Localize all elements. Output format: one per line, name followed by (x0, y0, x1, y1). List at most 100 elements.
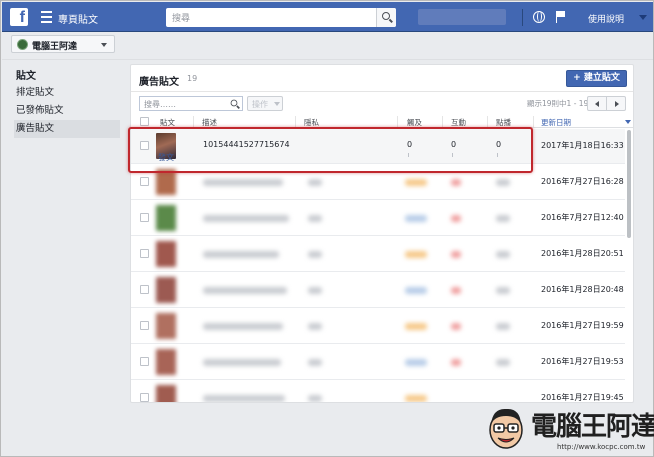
chevron-right-icon (615, 101, 619, 107)
row-checkbox[interactable] (140, 357, 149, 366)
profile-link-blurred[interactable] (418, 9, 506, 25)
column-separator (442, 116, 443, 127)
blurred-engagement (451, 179, 461, 186)
post-thumbnail[interactable] (156, 241, 176, 267)
blurred-privacy (308, 215, 322, 222)
page-selector-dropdown[interactable]: 電腦王阿達 (11, 35, 115, 53)
watermark-url: http://www.kocpc.com.tw (557, 443, 646, 451)
globe-notifications-icon[interactable] (533, 11, 545, 23)
column-header-updated[interactable]: 更新日期 (541, 117, 571, 128)
actions-dropdown[interactable]: 操作 (247, 96, 283, 111)
chevron-down-icon (101, 43, 107, 47)
blurred-reach (405, 395, 427, 402)
column-separator (487, 116, 488, 127)
sidebar: 貼文 排定貼文 已發佈貼文 廣告貼文 (14, 67, 120, 138)
global-search-button[interactable] (376, 8, 396, 27)
panel-title: 廣告貼文 (139, 77, 179, 88)
row-checkbox[interactable] (140, 393, 149, 402)
blurred-reach (405, 215, 427, 222)
blurred-reach (405, 359, 427, 366)
menu-icon[interactable] (41, 11, 52, 23)
updated-date: 2016年7月27日16:28 (541, 177, 624, 186)
updated-date: 2016年7月27日12:40 (541, 213, 624, 222)
post-thumbnail[interactable] (156, 349, 176, 375)
ad-posts-panel: 廣告貼文 19 + 建立貼文 搜尋…… 操作 顯示19則中1 - 19 貼文 描… (130, 64, 634, 403)
blurred-reach (405, 251, 427, 258)
updated-date: 2016年1月27日19:59 (541, 321, 624, 330)
facebook-logo-icon[interactable]: f (10, 8, 28, 26)
select-all-checkbox[interactable] (140, 117, 149, 126)
blurred-privacy (308, 359, 322, 366)
sidebar-heading[interactable]: 貼文 (14, 67, 120, 84)
watermark: 電腦王阿達 http://www.kocpc.com.tw (485, 402, 654, 456)
blurred-clicks (496, 251, 510, 258)
row-checkbox[interactable] (140, 285, 149, 294)
search-icon[interactable] (230, 99, 238, 107)
table-row[interactable]: 2016年1月27日19:53 (131, 345, 625, 380)
table-row[interactable]: 2016年1月27日19:59 (131, 309, 625, 344)
global-search-input[interactable]: 搜尋 (172, 11, 190, 24)
next-page-button[interactable] (606, 96, 626, 111)
post-thumbnail[interactable] (156, 205, 176, 231)
posts-search-input[interactable]: 搜尋…… (144, 99, 176, 110)
blurred-clicks (496, 359, 510, 366)
sort-descending-icon[interactable] (625, 120, 631, 124)
sidebar-item-scheduled[interactable]: 排定貼文 (14, 84, 120, 102)
create-post-button[interactable]: + 建立貼文 (566, 70, 627, 87)
table-row[interactable]: 2016年7月27日12:40 (131, 201, 625, 236)
column-separator (193, 116, 194, 127)
updated-date: 2017年1月18日16:33 (541, 141, 624, 150)
page-avatar (17, 39, 28, 50)
column-separator (397, 116, 398, 127)
blurred-description (203, 287, 287, 294)
blurred-description (203, 323, 283, 330)
blurred-engagement (451, 359, 461, 366)
help-link[interactable]: 使用說明 (588, 12, 624, 25)
blurred-description (203, 395, 285, 402)
blurred-reach (405, 323, 427, 330)
post-thumbnail[interactable] (156, 385, 176, 402)
blurred-reach (405, 179, 427, 186)
blurred-clicks (496, 215, 510, 222)
blurred-description (203, 215, 289, 222)
updated-date: 2016年1月27日19:53 (541, 357, 624, 366)
blurred-engagement (451, 323, 461, 330)
blurred-privacy (308, 287, 322, 294)
sidebar-item-ad-posts[interactable]: 廣告貼文 (14, 120, 120, 138)
blurred-clicks (496, 287, 510, 294)
table-scrollbar[interactable] (627, 130, 631, 238)
blurred-privacy (308, 395, 322, 402)
row-checkbox[interactable] (140, 177, 149, 186)
top-nav-bar: f 專頁貼文 搜尋 使用說明 (2, 2, 653, 32)
column-separator (295, 116, 296, 127)
post-thumbnail[interactable] (156, 277, 176, 303)
account-menu-caret-icon[interactable] (639, 15, 647, 20)
blurred-clicks (496, 179, 510, 186)
top-bar-divider (522, 9, 523, 26)
blurred-privacy (308, 179, 322, 186)
row-checkbox[interactable] (140, 249, 149, 258)
highlight-annotation-box (128, 127, 533, 173)
posts-search-field[interactable]: 搜尋…… (139, 96, 243, 111)
previous-page-button[interactable] (587, 96, 607, 111)
blurred-clicks (496, 323, 510, 330)
column-separator (533, 116, 534, 127)
pagination-text: 顯示19則中1 - 19 (527, 99, 589, 108)
table-row[interactable]: 2016年1月27日19:45 (131, 381, 625, 402)
row-checkbox[interactable] (140, 213, 149, 222)
table-row[interactable]: 2016年1月28日20:51 (131, 237, 625, 272)
blurred-description (203, 359, 281, 366)
table-row[interactable]: 2016年1月28日20:48 (131, 273, 625, 308)
actions-label: 操作 (252, 100, 268, 109)
updated-date: 2016年1月28日20:48 (541, 285, 624, 294)
screenshot-frame: f 專頁貼文 搜尋 使用說明 電腦王阿達 貼文 排定貼文 已發佈貼文 廣告貼文 … (0, 0, 654, 457)
post-thumbnail[interactable] (156, 313, 176, 339)
flag-icon[interactable] (556, 11, 567, 23)
sidebar-item-published[interactable]: 已發佈貼文 (14, 102, 120, 120)
chevron-down-icon (274, 102, 280, 106)
blurred-engagement (451, 215, 461, 222)
row-checkbox[interactable] (140, 321, 149, 330)
top-bar-title[interactable]: 專頁貼文 (58, 11, 98, 26)
page-name: 電腦王阿達 (32, 42, 78, 52)
global-search-box[interactable]: 搜尋 (166, 8, 396, 27)
